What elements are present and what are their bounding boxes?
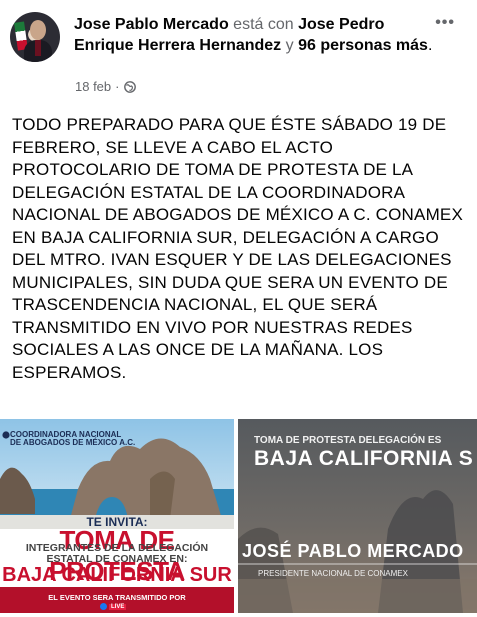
facebook-icon	[100, 603, 107, 610]
video-big-title: BAJA CALIFORNIA S	[254, 447, 474, 470]
flyer-banner-text: EL EVENTO SERA TRANSMITIDO POR	[48, 593, 186, 602]
event-flyer-image[interactable]: COORDINADORA NACIONAL DE ABOGADOS DE MÉX…	[0, 419, 234, 613]
post-text: TODO PREPARADO PARA QUE ÉSTE SÁBADO 19 D…	[12, 115, 464, 382]
post-meta: 18 feb ·	[75, 79, 136, 94]
logo-line-2: DE ABOGADOS DE MÉXICO A.C.	[10, 438, 136, 447]
and-text: y	[285, 37, 294, 54]
more-options-icon[interactable]: •••	[435, 14, 455, 32]
with-text: está con	[233, 16, 294, 33]
post-date[interactable]: 18 feb	[75, 79, 111, 94]
video-presenter-role: PRESIDENTE NACIONAL DE CONAMEX	[258, 569, 408, 578]
video-presenter-name: JOSÉ PABLO MERCADO	[242, 541, 464, 561]
post-header: Jose Pablo Mercado está con Jose Pedro E…	[74, 14, 434, 56]
conamex-logo: COORDINADORA NACIONAL DE ABOGADOS DE MÉX…	[0, 424, 234, 447]
header-period: .	[427, 37, 433, 54]
divider	[238, 563, 477, 565]
author-name[interactable]: Jose Pablo Mercado	[74, 16, 229, 33]
video-top-title: TOMA DE PROTESTA DELEGACIÓN ES	[254, 435, 442, 446]
facebook-post: Jose Pablo Mercado está con Jose Pedro E…	[0, 0, 477, 617]
flyer-baja-california-sur: BAJA CALIFORNIA SUR	[2, 564, 232, 586]
video-thumbnail-image[interactable]: TOMA DE PROTESTA DELEGACIÓN ES BAJA CALI…	[238, 419, 477, 613]
globe-icon[interactable]	[123, 80, 136, 93]
facebook-live-badge: LIVE	[100, 603, 127, 610]
meta-separator: ·	[115, 79, 120, 94]
tagged-others[interactable]: 96 personas más	[298, 37, 428, 54]
logo-emblem-icon	[2, 431, 10, 439]
live-label: LIVE	[109, 603, 127, 610]
flyer-integrantes: INTEGRANTES DE LA DELEGACIÓN ESTATAL DE …	[0, 543, 234, 565]
author-avatar[interactable]	[10, 12, 60, 62]
